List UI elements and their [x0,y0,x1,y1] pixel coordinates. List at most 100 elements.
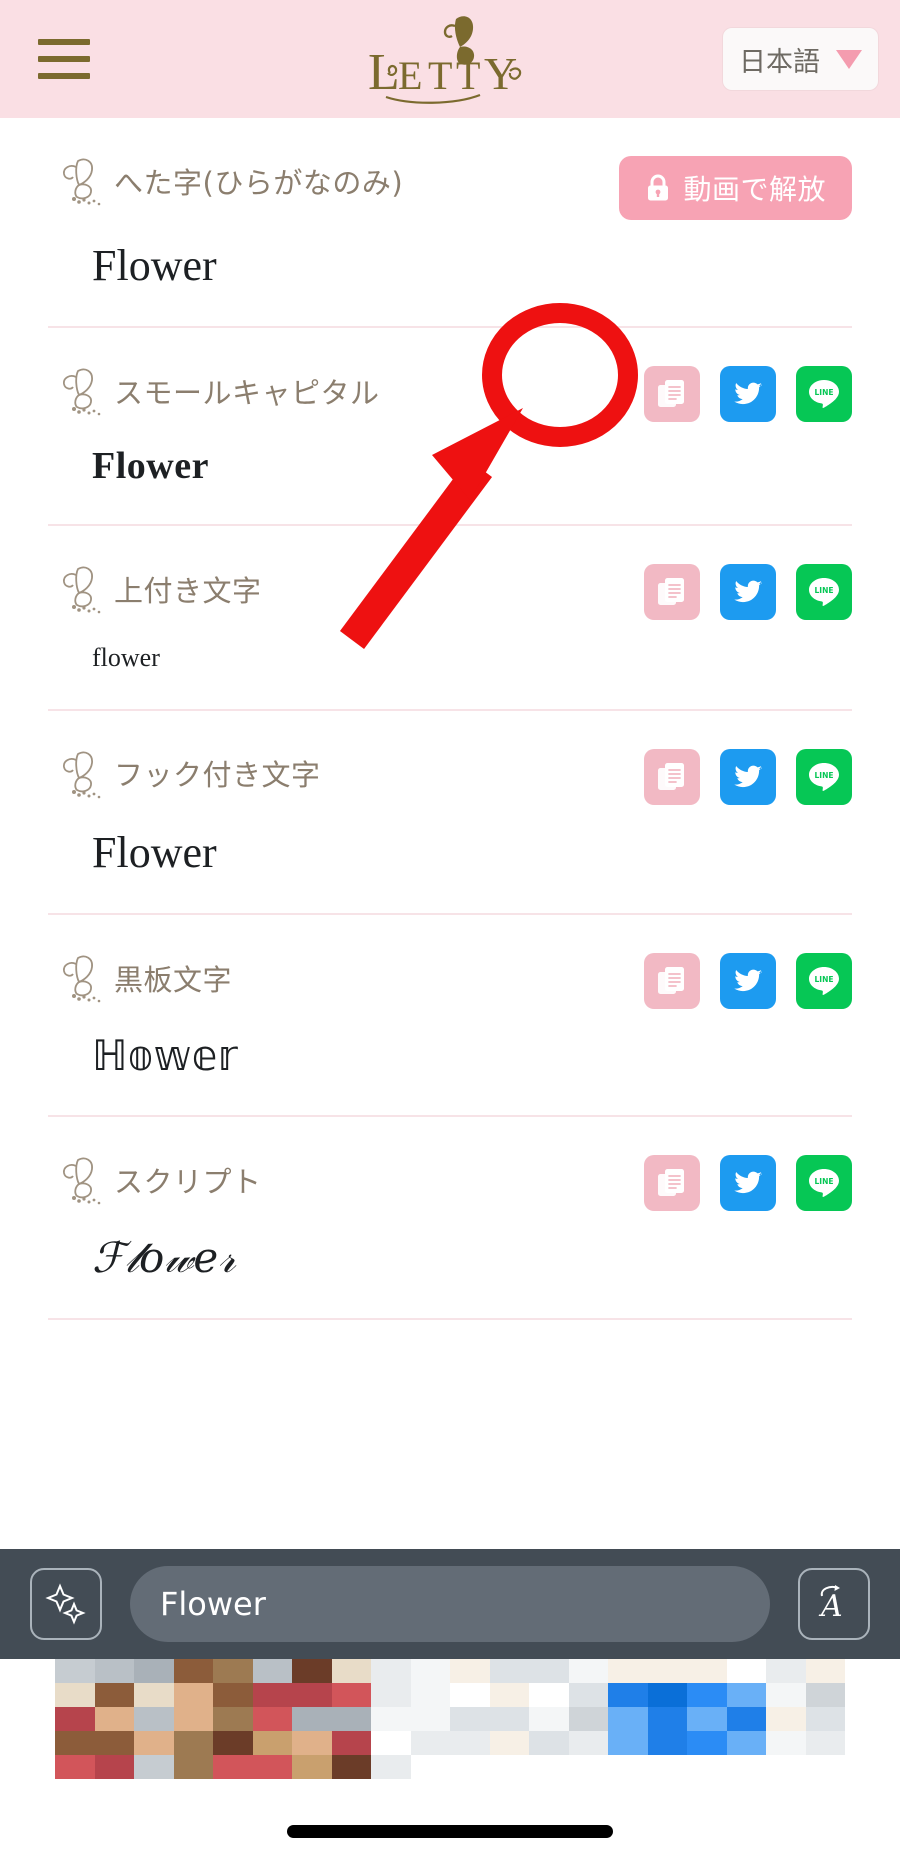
pixel-block [292,1683,332,1707]
twitter-icon [734,580,762,603]
pixel-block [489,1659,529,1683]
pixel-block [213,1755,253,1779]
sparkles-icon [45,1583,86,1625]
svg-text:LINE: LINE [815,388,834,397]
hamburger-menu-icon[interactable] [38,39,90,79]
pixel-block [687,1683,727,1707]
butterfly-icon [63,955,101,1003]
pixel-block [450,1707,490,1731]
butterfly-icon [63,158,101,206]
pixel-block [647,1755,687,1779]
app-logo[interactable]: L E T T Y [360,11,540,107]
copy-button[interactable] [644,564,700,621]
line-share-button[interactable]: LINE [796,1155,852,1212]
font-style-label: 黒板文字 [114,962,233,997]
pixel-block [608,1683,648,1707]
butterfly-icon [63,368,101,416]
language-selector-label: 日本語 [739,46,820,78]
pixel-block [252,1659,292,1683]
pixelated-region [55,1659,845,1779]
copy-button[interactable] [644,366,700,423]
bottom-toolbar: Flower A [0,1549,900,1659]
script-a-icon: A [818,1585,843,1624]
line-share-button[interactable]: LINE [796,953,852,1010]
copy-button[interactable] [644,953,700,1010]
twitter-share-button[interactable] [720,564,776,621]
line-share-button[interactable]: LINE [796,748,852,805]
svg-text:Y: Y [484,48,517,99]
sparkles-icon-button[interactable] [30,1568,102,1640]
font-style-list: へた字(ひらがなのみ) 動画で解放 Flower スモールキャピタル LINE … [0,118,900,1320]
pixel-block [173,1707,213,1731]
letty-logo-svg: L E T T Y [368,16,522,104]
unlock-with-video-button[interactable]: 動画で解放 [619,156,852,220]
pixel-block [529,1755,569,1779]
twitter-share-button[interactable] [720,748,776,805]
font-style-actions: LINE [644,562,852,621]
svg-text:LINE: LINE [815,1177,834,1186]
pixel-block [94,1755,134,1779]
pixel-block [213,1659,253,1683]
font-style-actions: LINE [644,1153,852,1212]
copy-button[interactable] [644,748,700,805]
twitter-share-button[interactable] [720,1155,776,1212]
copy-icon [658,967,684,995]
font-style-icon-button[interactable]: A [798,1568,870,1640]
pixel-block [726,1683,766,1707]
copy-icon [658,380,684,408]
font-style-sample: Flower [92,445,209,488]
font-style-title: へた字(ひらがなのみ) [48,154,403,210]
font-style-row-header: 上付き文字 LINE [48,562,852,622]
text-input-value: Flower [160,1585,266,1623]
pixel-block [608,1707,648,1731]
pixel-block [55,1707,95,1731]
pixel-block [371,1683,411,1707]
font-style-sample: Flower [92,241,217,290]
pixel-block [173,1755,213,1779]
pixel-block [371,1755,411,1779]
line-share-button[interactable]: LINE [796,366,852,423]
copy-button[interactable] [644,1155,700,1212]
svg-text:LINE: LINE [815,975,834,984]
pixel-block [766,1683,806,1707]
pixel-block [568,1707,608,1731]
font-style-title: 黒板文字 [48,951,232,1007]
font-style-row: 黒板文字 LINE ℍ𝕠𝕨𝕖𝕣 [48,915,852,1118]
pixel-block [331,1707,371,1731]
font-style-row-header: フック付き文字 LINE [48,747,852,807]
twitter-share-button[interactable] [720,953,776,1010]
pixel-block [134,1659,174,1683]
pixel-block [252,1683,292,1707]
text-input-field[interactable]: Flower [130,1566,770,1642]
pixel-block [173,1659,213,1683]
line-share-button[interactable]: LINE [796,564,852,621]
font-style-row-header: スモールキャピタル LINE [48,364,852,424]
language-selector[interactable]: 日本語 [723,28,878,90]
pixel-block [805,1707,845,1731]
font-style-row: 上付き文字 LINE flower [48,526,852,711]
font-style-label: スモールキャピタル [114,375,380,410]
butterfly-icon [63,1157,101,1205]
pixel-block [94,1683,134,1707]
pixel-block [331,1755,371,1779]
pixel-block [608,1731,648,1755]
lock-icon [648,174,669,201]
app-root: L E T T Y 日本語 へた字(ひらがなのみ) 動画で解放 Flower ス… [0,0,900,1860]
copy-icon [658,762,684,790]
pixel-block [568,1755,608,1779]
svg-text:LINE: LINE [815,586,834,595]
copy-icon [658,1169,684,1197]
font-style-row-header: へた字(ひらがなのみ) 動画で解放 [48,154,852,220]
twitter-share-button[interactable] [720,366,776,423]
svg-text:T: T [456,53,480,98]
home-indicator [287,1825,613,1838]
pixel-block [766,1731,806,1755]
pixel-block [766,1755,806,1779]
pixel-block [213,1683,253,1707]
pixel-block [252,1731,292,1755]
pixel-block [410,1755,450,1779]
pixel-block [94,1731,134,1755]
pixel-block [568,1659,608,1683]
font-style-title: スモールキャピタル [48,364,380,420]
hamburger-bar [38,73,90,79]
